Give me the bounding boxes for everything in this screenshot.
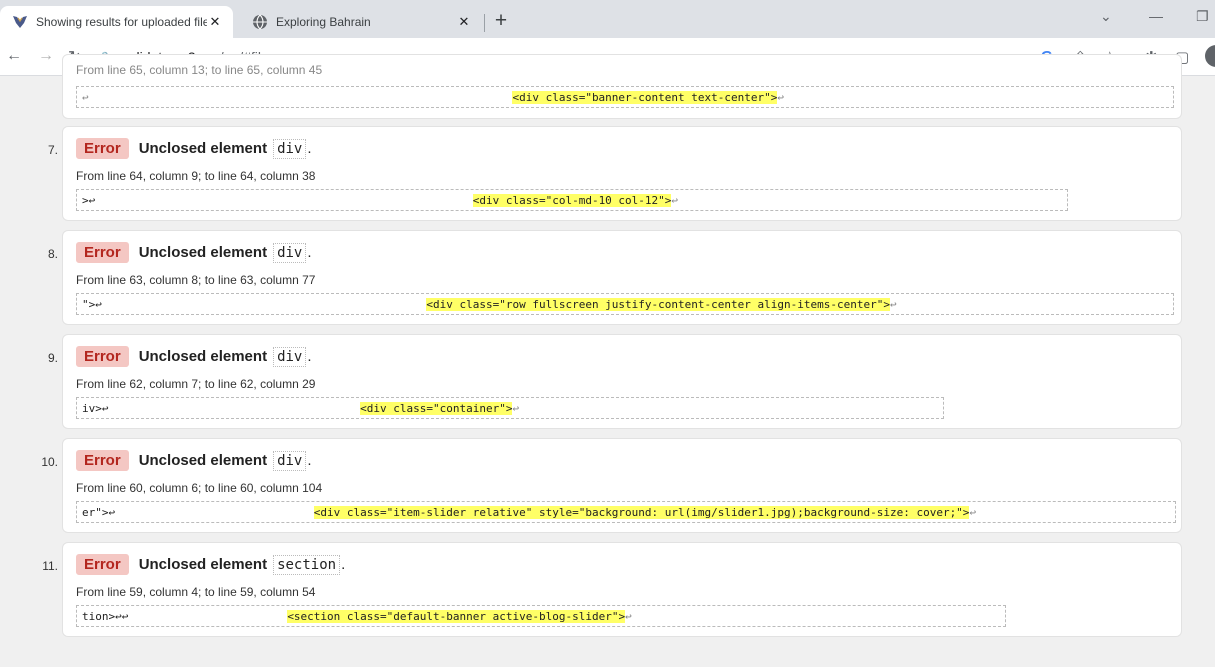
error-element-code: section (273, 554, 341, 575)
minimize-icon[interactable]: — (1149, 8, 1163, 24)
code-highlight: <div class="container"> (360, 402, 513, 415)
error-heading: Error Unclosed element div. (76, 346, 312, 367)
message-number: 8. (47, 247, 58, 261)
error-element-code: div (273, 346, 307, 367)
tab-strip: Showing results for uploaded file ✕ Expl… (0, 0, 1215, 38)
code-extract: >↩ <div class="col-md-10 col-12">↩ (76, 189, 1068, 211)
tab-title: Exploring Bahrain (276, 15, 371, 29)
error-heading: Error Unclosed element div. (76, 138, 312, 159)
globe-icon (252, 14, 268, 30)
error-heading: Error Unclosed element section. (76, 554, 345, 575)
error-badge: Error (76, 450, 129, 471)
error-badge: Error (76, 346, 129, 367)
code-highlight: <div class="banner-content text-center"> (512, 91, 778, 104)
error-location: From line 63, column 8; to line 63, colu… (76, 273, 316, 287)
error-element-code: div (273, 138, 307, 159)
error-message: Unclosed element (138, 348, 268, 365)
error-location: From line 64, column 9; to line 64, colu… (76, 169, 316, 183)
error-message: Unclosed element (138, 452, 268, 469)
avatar[interactable] (1205, 45, 1215, 67)
error-location: From line 59, column 4; to line 59, colu… (76, 585, 316, 599)
tab-separator (484, 14, 485, 32)
message-card: Error Unclosed element div. From line 63… (62, 230, 1182, 325)
error-element-code: div (273, 450, 307, 471)
new-tab-button[interactable]: + (487, 9, 515, 35)
error-location: From line 60, column 6; to line 60, colu… (76, 481, 323, 495)
error-message: Unclosed element (138, 140, 268, 157)
message-card: From line 65, column 13; to line 65, col… (62, 54, 1182, 119)
code-extract: ">↩ <div class="row fullscreen justify-c… (76, 293, 1174, 315)
message-number: 10. (41, 455, 58, 469)
code-extract: ↩ <div class="banner-content text-center… (76, 86, 1174, 108)
message-number: 11. (42, 559, 58, 573)
close-icon[interactable]: ✕ (456, 14, 472, 30)
code-extract: tion>↩↩ <section class="default-banner a… (76, 605, 1006, 627)
message-card: Error Unclosed element div. From line 60… (62, 438, 1182, 533)
code-highlight: <div class="item-slider relative" style=… (313, 506, 970, 519)
message-number: 9. (47, 351, 58, 365)
error-heading: Error Unclosed element div. (76, 242, 312, 263)
error-heading: Error Unclosed element div. (76, 450, 312, 471)
error-message: Unclosed element (138, 244, 268, 261)
error-location: From line 62, column 7; to line 62, colu… (76, 377, 316, 391)
code-extract: er">↩ <div class="item-slider relative" … (76, 501, 1176, 523)
error-badge: Error (76, 242, 129, 263)
validator-favicon (12, 14, 28, 30)
error-location: From line 65, column 13; to line 65, col… (76, 63, 323, 77)
code-extract: iv>↩ <div class="container">↩ (76, 397, 944, 419)
validator-results-page: From line 65, column 13; to line 65, col… (0, 54, 1215, 667)
error-message: Unclosed element (138, 556, 268, 573)
back-icon[interactable]: ← (6, 47, 22, 65)
error-badge: Error (76, 138, 129, 159)
message-card: Error Unclosed element section. From lin… (62, 542, 1182, 637)
close-icon[interactable]: ✕ (207, 14, 223, 30)
forward-icon[interactable]: → (38, 47, 54, 65)
code-highlight: <div class="col-md-10 col-12"> (472, 194, 672, 207)
error-badge: Error (76, 554, 129, 575)
message-card: Error Unclosed element div. From line 62… (62, 334, 1182, 429)
tab-validator-results[interactable]: Showing results for uploaded file ✕ (0, 6, 233, 38)
restore-icon[interactable]: ❐ (1196, 8, 1209, 25)
tab-title: Showing results for uploaded file (36, 15, 207, 29)
message-number: 7. (47, 143, 58, 157)
error-element-code: div (273, 242, 307, 263)
message-card: Error Unclosed element div. From line 64… (62, 126, 1182, 221)
tab-search-chevron-icon[interactable]: ⌄ (1100, 8, 1112, 25)
code-highlight: <section class="default-banner active-bl… (287, 610, 626, 623)
tab-exploring-bahrain[interactable]: Exploring Bahrain ✕ (242, 6, 482, 38)
code-highlight: <div class="row fullscreen justify-conte… (426, 298, 890, 311)
